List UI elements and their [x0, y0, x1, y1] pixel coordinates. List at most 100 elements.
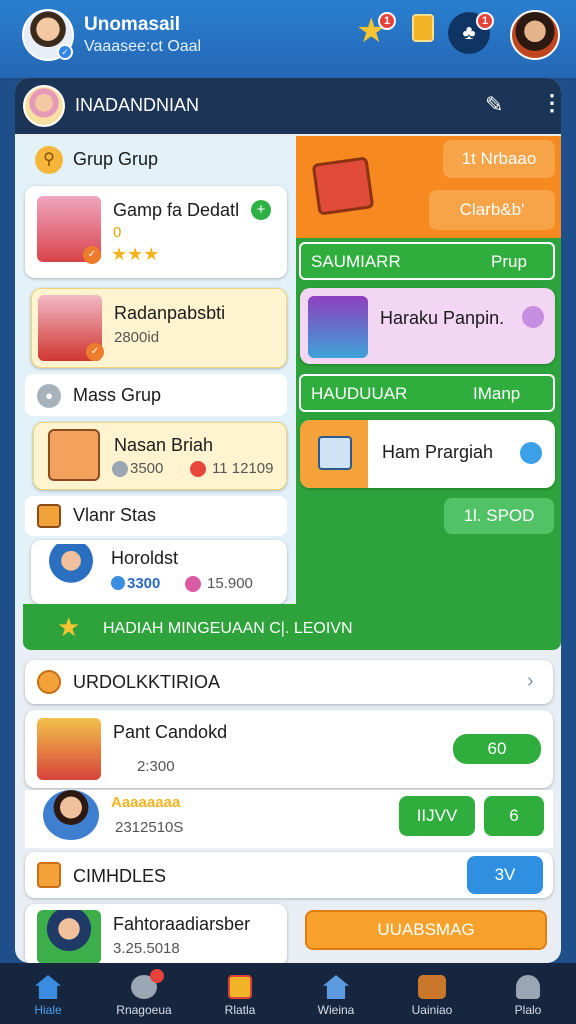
nav-home[interactable]: Hiale [0, 963, 96, 1024]
potion-icon [185, 576, 201, 592]
green-bar-2-left: HAUDUUAR [311, 384, 408, 403]
stats-title: Vlanr Stas [73, 505, 157, 525]
user-name: Unomasail [84, 14, 181, 35]
chat-badge: 1 [476, 12, 494, 30]
item-title: Radanpabsbti [114, 303, 226, 323]
stats-icon [37, 504, 61, 528]
row-value: 2:300 [137, 758, 175, 775]
list-item-group-2[interactable]: ✓ Radanpabsbti 2800id [31, 288, 287, 368]
item-title: Nasan Briah [114, 435, 214, 455]
nav-profile-label: Plalo [514, 1003, 542, 1017]
reward-chest-icon [311, 156, 375, 216]
check-icon: ✓ [83, 246, 101, 264]
nav-stats[interactable]: Rlatla [192, 963, 288, 1024]
user-subtitle: Vaaasee:ct Oaal [84, 38, 202, 55]
profile-icon [516, 975, 540, 999]
row-4-button[interactable]: UUABSMAG [305, 910, 547, 950]
home-icon [35, 975, 61, 999]
row-3-button[interactable]: 3V [467, 856, 543, 894]
top-bar: ✓ Unomasail Vaaasee:ct Oaal ★ 1 ♣ 1 [0, 0, 576, 78]
gem-icon [111, 576, 125, 590]
check-icon: ✓ [86, 343, 104, 361]
bottom-nav: Hiale Rnagoeua Rlatla Wieina Uainiao Pla… [0, 963, 576, 1024]
nav-profile[interactable]: Plalo [480, 963, 576, 1024]
green-bar-1-right: Prup [491, 252, 527, 271]
add-icon[interactable]: + [251, 200, 271, 220]
nav-store[interactable]: Wieina [288, 963, 384, 1024]
item-sub: 2800id [114, 329, 160, 346]
section-title: URDOLKKTIRIOA [73, 672, 221, 692]
list-item-stats-1[interactable]: Horoldst 3300 15.900 [31, 540, 287, 604]
stats-icon [228, 975, 252, 999]
card-title: Haraku Panpin. [380, 308, 505, 328]
item-thumbnail [37, 718, 101, 780]
section-row-4[interactable]: Fahtoraadiarsber 3.25.5018 [25, 904, 287, 963]
verified-icon: ✓ [57, 44, 73, 60]
coin-icon [112, 461, 128, 477]
right-button-2[interactable]: Clarb&b' [429, 190, 555, 230]
friend-avatar[interactable] [510, 10, 560, 60]
panel-avatar[interactable] [23, 85, 65, 127]
right-button-3[interactable]: 1l. SPOD [444, 498, 554, 534]
grup-title: Grup Grup [73, 149, 159, 169]
row-3-title: CIMHDLES [73, 866, 167, 886]
item-thumbnail [308, 296, 368, 358]
item-value-2: 15.900 [207, 575, 253, 592]
game-icon [418, 975, 446, 999]
right-button-1[interactable]: 1t Nrbaao [443, 140, 555, 178]
item-stars: ★★★ [111, 244, 160, 264]
mass-title: Mass Grup [73, 385, 162, 405]
gift-icon[interactable] [412, 14, 434, 42]
item-title: Gamp fa Dedatl [113, 200, 240, 220]
section-row-3[interactable]: CIMHDLES 3V [25, 852, 553, 898]
row-4-title: Fahtoraadiarsber [113, 914, 251, 934]
nav-games[interactable]: Uainiao [384, 963, 480, 1024]
nav-messages-label: Rnagoeua [116, 1003, 172, 1017]
panel-title: INADANDNIAN [75, 95, 200, 115]
grup-icon: ⚲ [35, 146, 63, 174]
row-2-title: Aaaaaaaa [111, 794, 181, 811]
banner-star-icon: ★ [57, 612, 81, 642]
row-3-icon [37, 862, 61, 888]
green-bar-1-left: SAUMIARR [311, 252, 401, 271]
right-card-1[interactable]: Haraku Panpin. [300, 288, 555, 364]
item-title: Horoldst [111, 548, 179, 568]
row-2-sub: 2312510S [115, 819, 184, 836]
panel-header: INADANDNIAN ✎ ⋮ [15, 78, 561, 134]
row-2-button-2[interactable]: 6 [484, 796, 544, 836]
banner-text: HADIAH MINGEUAAN C|. LEOIVN [103, 620, 353, 637]
refresh-icon[interactable] [520, 442, 542, 464]
nav-messages-badge [150, 969, 164, 983]
item-value-1: 3500 [130, 460, 164, 477]
section-header[interactable]: URDOLKKTIRIOA › [25, 660, 553, 704]
right-card-2[interactable]: Ham Prargiah [300, 420, 555, 488]
star-badge: 1 [378, 12, 396, 30]
more-icon[interactable]: ⋮ [541, 90, 561, 116]
edit-icon[interactable]: ✎ [485, 92, 503, 118]
item-thumbnail [37, 910, 101, 963]
row-2-avatar [43, 790, 99, 840]
card-title: Ham Prargiah [382, 442, 494, 462]
section-icon [37, 670, 61, 694]
nav-stats-label: Rlatla [224, 1003, 256, 1017]
row-2-button-1[interactable]: IIJVV [399, 796, 475, 836]
item-thumbnail [43, 544, 99, 600]
chat-bubble-icon[interactable] [522, 306, 544, 328]
heart-icon [190, 461, 206, 477]
nav-store-label: Wieina [317, 1003, 355, 1017]
mass-icon: ● [37, 384, 61, 408]
item-value-2: 11 12109 [212, 460, 274, 477]
section-row-1[interactable]: Pant Candokd 2:300 60 [25, 710, 553, 788]
list-item-group-1[interactable]: ✓ Gamp fa Dedatl 0 ★★★ + [25, 186, 287, 278]
chevron-right-icon[interactable]: › [527, 670, 534, 693]
item-sub: 0 [113, 224, 122, 241]
calendar-icon [318, 436, 352, 470]
nav-messages[interactable]: Rnagoeua [96, 963, 192, 1024]
green-bar-2-right: IManp [473, 384, 521, 403]
row-1-button[interactable]: 60 [453, 734, 541, 764]
main-panel: INADANDNIAN ✎ ⋮ ⚲ Grup Grup ✓ Gamp fa De… [15, 78, 561, 963]
list-item-mass-1[interactable]: Nasan Briah 3500 11 12109 [33, 422, 287, 490]
row-4-sub: 3.25.5018 [113, 940, 180, 957]
row-title: Pant Candokd [113, 722, 228, 742]
item-value-1: 3300 [127, 575, 161, 592]
